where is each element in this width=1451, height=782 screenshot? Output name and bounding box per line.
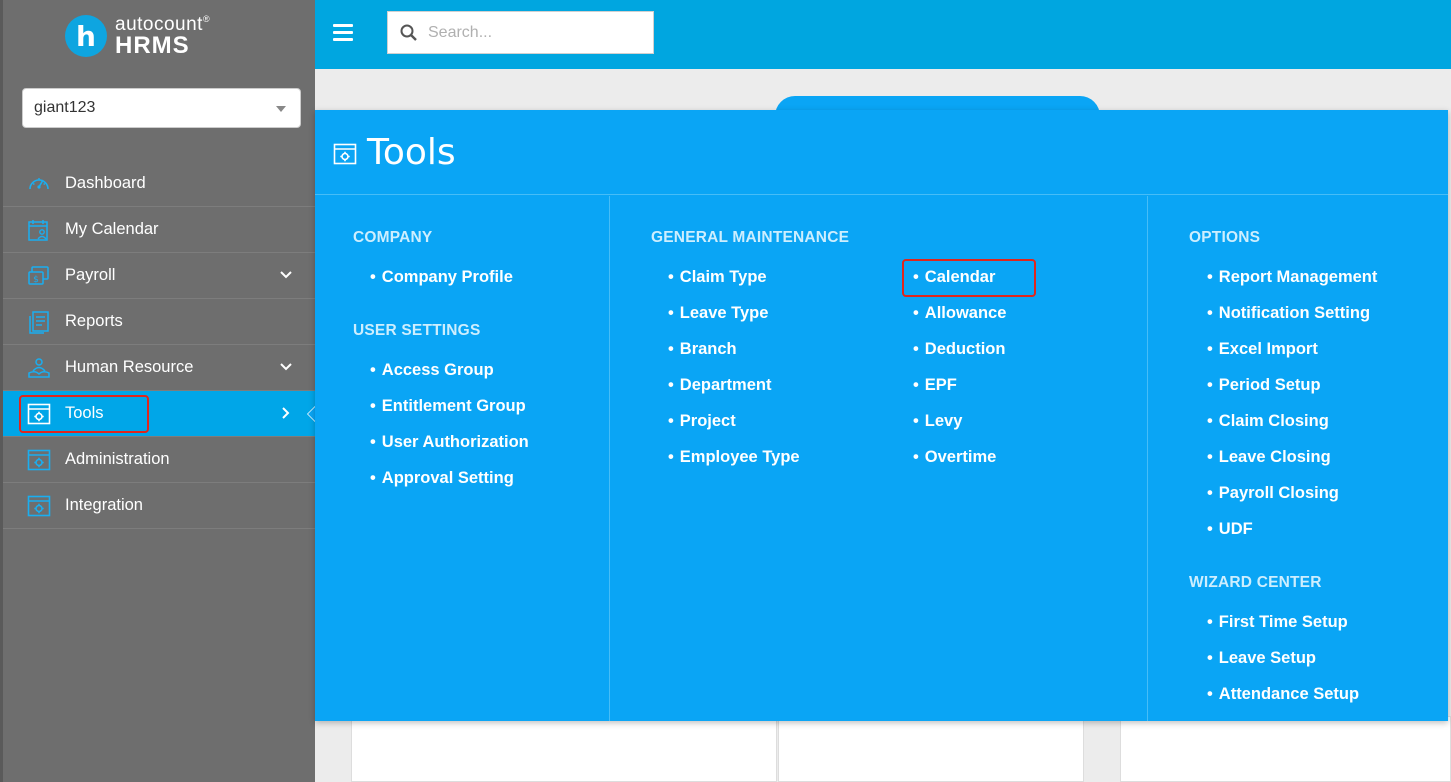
- administration-window-gear-icon: [27, 449, 51, 471]
- sidebar-item-label: Payroll: [65, 266, 116, 284]
- menu-link-payroll-closing[interactable]: Payroll Closing: [1207, 484, 1339, 503]
- menu-link-approval-setting[interactable]: Approval Setting: [370, 469, 514, 488]
- menu-link-allowance[interactable]: Allowance: [913, 304, 1007, 323]
- menu-link-claim-type[interactable]: Claim Type: [668, 268, 767, 287]
- menu-link-leave-closing[interactable]: Leave Closing: [1207, 448, 1331, 467]
- menu-link-overtime[interactable]: Overtime: [913, 448, 997, 467]
- menu-link-excel-import[interactable]: Excel Import: [1207, 340, 1318, 359]
- menu-link-entitlement-group[interactable]: Entitlement Group: [370, 397, 526, 416]
- menu-link-period-setup[interactable]: Period Setup: [1207, 376, 1321, 395]
- payroll-icon: $: [28, 266, 49, 285]
- menu-link-deduction[interactable]: Deduction: [913, 340, 1006, 359]
- menu-link-leave-type[interactable]: Leave Type: [668, 304, 769, 323]
- section-title-wizard-center: WIZARD CENTER: [1189, 574, 1322, 591]
- background-card: [778, 716, 1084, 782]
- chevron-down-icon: [280, 271, 292, 279]
- highlight-outline: [902, 259, 1036, 297]
- hamburger-menu-icon[interactable]: [333, 24, 353, 42]
- search-box[interactable]: [387, 11, 654, 54]
- sidebar-item-label: Dashboard: [65, 174, 146, 192]
- search-icon: [400, 24, 417, 41]
- report-document-icon: [29, 311, 49, 334]
- sidebar-item-integration[interactable]: Integration: [3, 483, 315, 529]
- background-card: [1120, 716, 1451, 782]
- company-select[interactable]: giant123: [22, 88, 301, 128]
- calendar-user-icon: [28, 220, 48, 241]
- sidebar-nav: Dashboard My Calendar $ Payroll Reports …: [3, 161, 319, 529]
- sidebar-item-administration[interactable]: Administration: [3, 437, 315, 483]
- dashboard-gauge-icon: [29, 178, 49, 190]
- menu-link-leave-setup[interactable]: Leave Setup: [1207, 649, 1316, 668]
- sidebar: h autocount® HRMS giant123 Dashboard My …: [0, 0, 319, 782]
- sidebar-item-tools[interactable]: Tools: [3, 391, 319, 437]
- chevron-down-icon: [280, 363, 292, 371]
- sidebar-item-label: Administration: [65, 450, 170, 468]
- menu-link-attendance-setup[interactable]: Attendance Setup: [1207, 685, 1359, 704]
- logo-badge: h: [65, 15, 107, 57]
- section-title-user-settings: USER SETTINGS: [353, 322, 481, 339]
- app-logo[interactable]: h autocount® HRMS: [65, 14, 210, 58]
- menu-link-access-group[interactable]: Access Group: [370, 361, 494, 380]
- panel-header: Tools: [315, 110, 1448, 195]
- sidebar-item-reports[interactable]: Reports: [3, 299, 315, 345]
- section-title-general-maintenance: GENERAL MAINTENANCE: [651, 229, 850, 246]
- section-title-options: OPTIONS: [1189, 229, 1261, 246]
- sidebar-item-payroll[interactable]: $ Payroll: [3, 253, 315, 299]
- menu-link-branch[interactable]: Branch: [668, 340, 737, 359]
- menu-link-company-profile[interactable]: Company Profile: [370, 268, 513, 287]
- human-resource-icon: [28, 358, 50, 378]
- menu-link-user-authorization[interactable]: User Authorization: [370, 433, 529, 452]
- menu-link-levy[interactable]: Levy: [913, 412, 963, 431]
- column-divider: [1147, 196, 1148, 721]
- menu-link-employee-type[interactable]: Employee Type: [668, 448, 800, 467]
- menu-link-first-time-setup[interactable]: First Time Setup: [1207, 613, 1348, 632]
- menu-link-udf[interactable]: UDF: [1207, 520, 1253, 539]
- search-input[interactable]: [428, 23, 638, 42]
- tools-menu-panel: Tools COMPANY Company Profile USER SETTI…: [315, 110, 1448, 721]
- tools-window-gear-icon: [333, 143, 357, 165]
- sidebar-item-label: Integration: [65, 496, 143, 514]
- menu-link-epf[interactable]: EPF: [913, 376, 957, 395]
- background-card: [351, 716, 777, 782]
- menu-link-report-management[interactable]: Report Management: [1207, 268, 1378, 287]
- menu-link-claim-closing[interactable]: Claim Closing: [1207, 412, 1329, 431]
- section-title-company: COMPANY: [353, 229, 433, 246]
- svg-text:$: $: [33, 275, 39, 285]
- highlight-outline: [19, 395, 149, 433]
- panel-title: Tools: [367, 132, 456, 173]
- sidebar-item-my-calendar[interactable]: My Calendar: [3, 207, 315, 253]
- top-bar: [315, 0, 1451, 69]
- caret-down-icon: [276, 106, 286, 112]
- sidebar-item-label: Human Resource: [65, 358, 194, 376]
- integration-window-gear-icon: [27, 495, 51, 517]
- sidebar-item-label: My Calendar: [65, 220, 159, 238]
- sidebar-item-human-resource[interactable]: Human Resource: [3, 345, 315, 391]
- menu-link-notification-setting[interactable]: Notification Setting: [1207, 304, 1370, 323]
- sidebar-item-label: Reports: [65, 312, 123, 330]
- logo-product-text: HRMS: [115, 31, 190, 59]
- company-select-value: giant123: [34, 99, 96, 116]
- chevron-right-icon: [282, 407, 290, 419]
- sidebar-item-dashboard[interactable]: Dashboard: [3, 161, 315, 207]
- column-divider: [609, 196, 610, 721]
- menu-link-project[interactable]: Project: [668, 412, 736, 431]
- menu-link-department[interactable]: Department: [668, 376, 772, 395]
